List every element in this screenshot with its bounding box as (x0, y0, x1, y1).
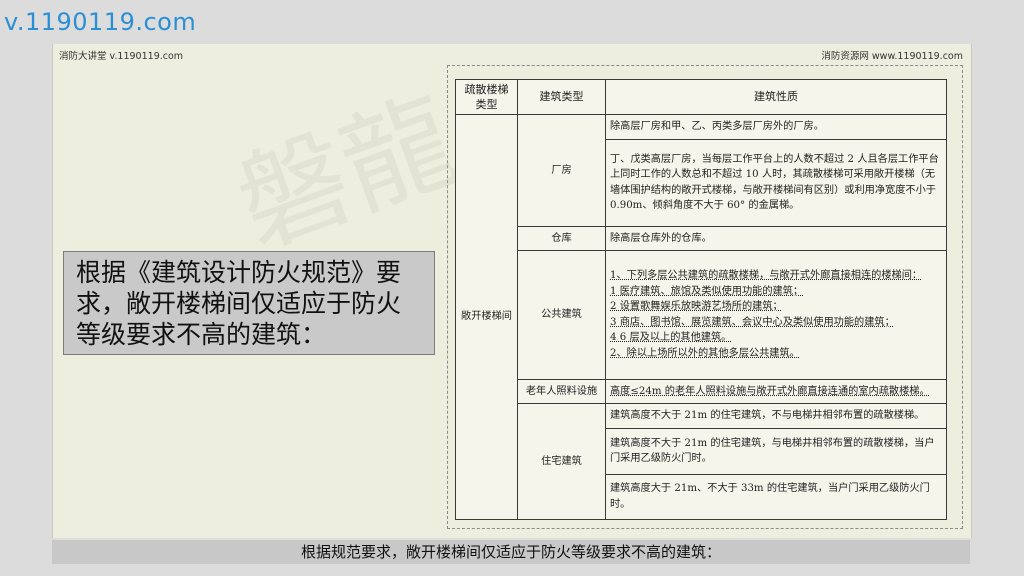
nature-cell: 建筑高度不大于 21m 的住宅建筑，与电梯井相邻布置的疏散楼梯，当户门采用乙级防… (605, 428, 947, 475)
table-row: 敞开楼梯间 厂房 除高层厂房和甲、乙、丙类多层厂房外的厂房。 (455, 114, 947, 520)
nature-cell: 除高层仓库外的仓库。 (605, 225, 947, 252)
nature-cell: 除高层厂房和甲、乙、丙类多层厂房外的厂房。 (605, 114, 947, 140)
building-type-cell: 住宅建筑 (517, 403, 606, 520)
nature-cell: 建筑高度大于 21m、不大于 33m 的住宅建筑，当户门采用乙级防火门时。 (605, 473, 947, 520)
nature-cell: 1、下列多层公共建筑的疏散楼梯，与敞开式外廊直接相连的楼梯间： 1 医疗建筑、旅… (605, 250, 947, 380)
header-building-type: 建筑类型 (517, 79, 606, 115)
callout-text-box: 根据《建筑设计防火规范》要求，敞开楼梯间仅适应于防火等级要求不高的建筑： (63, 251, 435, 355)
table-row: 住宅建筑 建筑高度不大于 21m 的住宅建筑，不与电梯井相邻布置的疏散楼梯。 (456, 403, 947, 520)
slide-header-left: 消防大讲堂 v.1190119.com (59, 51, 184, 62)
nature-cell: 建筑高度不大于 21m 的住宅建筑，不与电梯井相邻布置的疏散楼梯。 (605, 403, 947, 430)
building-type-cell: 公共建筑 (517, 250, 606, 380)
table-row: 老年人照料设施 高度≤24m 的老年人照料设施与敞开式外廊直接连通的室内疏散楼梯… (456, 378, 947, 405)
subtitle-caption: 根据规范要求，敞开楼梯间仅适应于防火等级要求不高的建筑： (52, 540, 970, 564)
building-type-cell: 老年人照料设施 (517, 378, 606, 405)
document-frame: 疏散楼梯类型 建筑类型 建筑性质 敞开楼梯间 厂房 除高层厂房和甲、乙、丙类多层… (447, 65, 963, 529)
nature-cell: 高度≤24m 的老年人照料设施与敞开式外廊直接连通的室内疏散楼梯。 (605, 378, 947, 405)
header-stair-type: 疏散楼梯类型 (455, 79, 518, 115)
slide-header-right: 消防资源网 www.1190119.com (821, 51, 963, 62)
table-row: 仓库 除高层仓库外的仓库。 (456, 225, 947, 252)
table-header-row: 疏散楼梯类型 建筑类型 建筑性质 (455, 79, 947, 115)
background-watermark: 磐龍 (221, 75, 472, 272)
site-url-watermark: v.1190119.com (4, 8, 197, 36)
header-building-nature: 建筑性质 (605, 79, 947, 115)
nature-cell: 丁、戊类高层厂房，当每层工作平台上的人数不超过 2 人且各层工作平台上同时工作的… (605, 138, 947, 227)
stair-type-cell: 敞开楼梯间 (455, 114, 518, 520)
slide: 消防大讲堂 v.1190119.com 消防资源网 www.1190119.co… (52, 44, 972, 538)
building-type-cell: 厂房 (517, 114, 606, 227)
building-type-cell: 仓库 (517, 225, 606, 252)
spec-table: 疏散楼梯类型 建筑类型 建筑性质 敞开楼梯间 厂房 除高层厂房和甲、乙、丙类多层… (455, 79, 947, 520)
table-row: 公共建筑 1、下列多层公共建筑的疏散楼梯，与敞开式外廊直接相连的楼梯间： 1 医… (456, 250, 947, 380)
